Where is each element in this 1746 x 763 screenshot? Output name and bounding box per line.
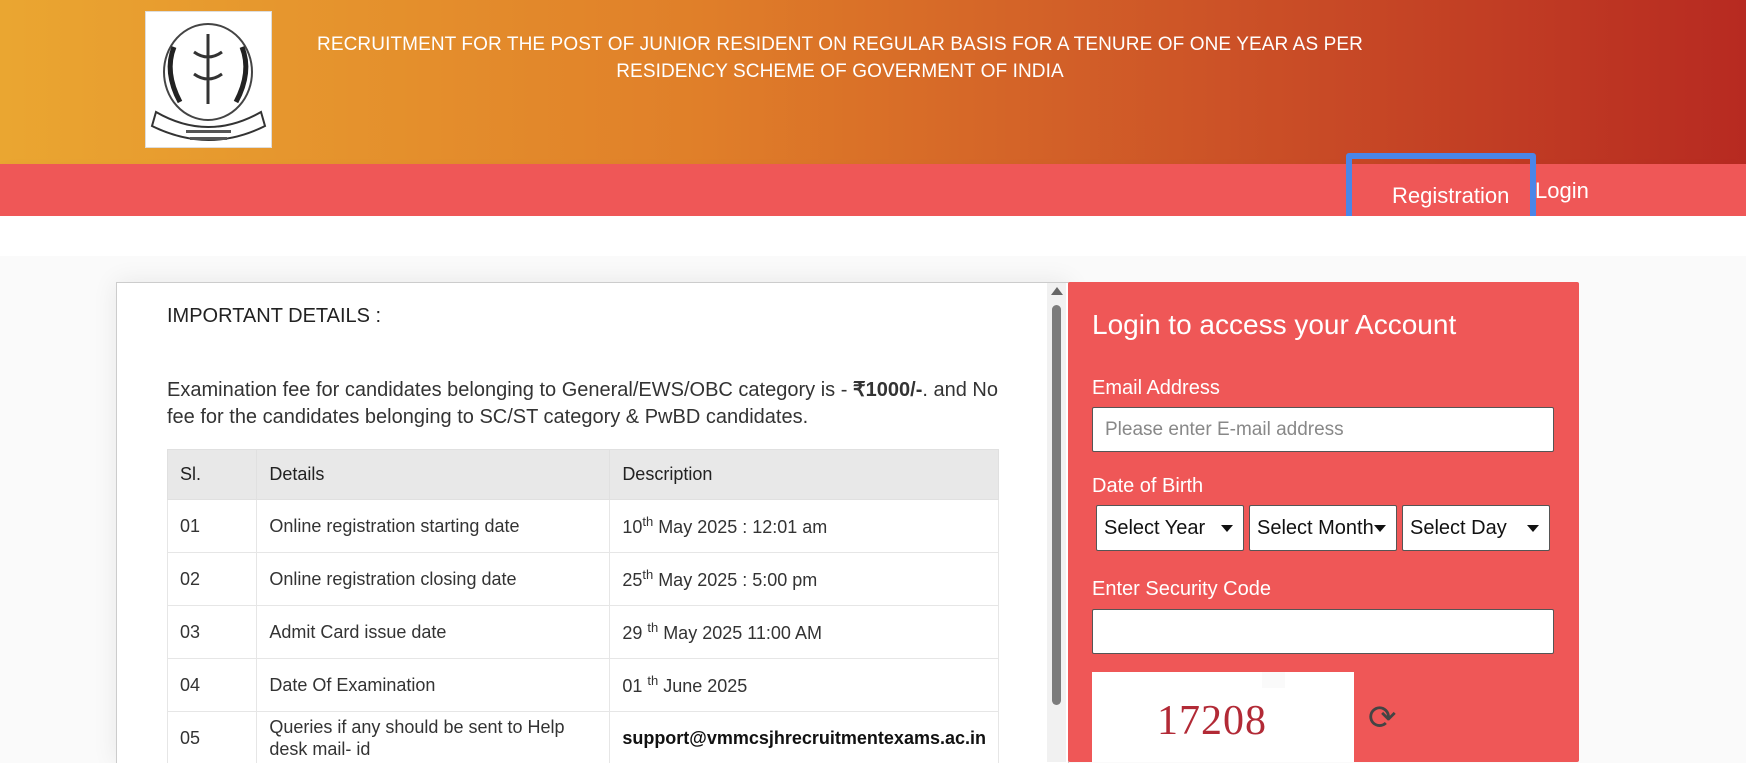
date-day: 29	[622, 623, 647, 643]
row-sl: 02	[168, 553, 257, 606]
content-band	[0, 216, 1746, 256]
row-details: Queries if any should be sent to Help de…	[257, 712, 610, 763]
table-row: 04 Date Of Examination 01 th June 2025	[168, 659, 999, 712]
row-details: Online registration starting date	[257, 500, 610, 553]
helpdesk-email[interactable]: support@vmmcsjhrecruitmentexams.ac.in	[622, 728, 986, 748]
date-rest: May 2025 : 12:01 am	[653, 517, 827, 537]
login-title: Login to access your Account	[1092, 309, 1456, 341]
site-header: RECRUITMENT FOR THE POST OF JUNIOR RESID…	[0, 0, 1746, 164]
dob-label: Date of Birth	[1092, 475, 1203, 498]
college-logo	[145, 11, 272, 148]
captcha-noise	[1262, 672, 1285, 688]
security-code-input[interactable]	[1092, 609, 1554, 654]
details-scrollbar[interactable]	[1047, 283, 1066, 762]
row-description: support@vmmcsjhrecruitmentexams.ac.in	[610, 712, 999, 763]
row-description: 01 th June 2025	[610, 659, 999, 712]
email-input[interactable]: Please enter E-mail address	[1092, 407, 1554, 452]
fee-notice: Examination fee for candidates belonging…	[167, 377, 1007, 431]
scroll-up-arrow-icon[interactable]	[1051, 287, 1063, 295]
col-header-details: Details	[257, 450, 610, 500]
security-code-label: Enter Security Code	[1092, 578, 1271, 601]
row-details: Date Of Examination	[257, 659, 610, 712]
date-day: 25	[622, 570, 642, 590]
date-rest: June 2025	[658, 676, 747, 696]
nav-registration-label: Registration	[1392, 183, 1509, 209]
dob-month-select[interactable]: Select Month	[1249, 505, 1397, 551]
date-day: 01	[622, 676, 647, 696]
scroll-thumb[interactable]	[1052, 305, 1061, 705]
chevron-down-icon	[1374, 525, 1386, 532]
row-description: 29 th May 2025 11:00 AM	[610, 606, 999, 659]
row-details: Admit Card issue date	[257, 606, 610, 659]
row-sl: 04	[168, 659, 257, 712]
captcha-image: 17208	[1092, 672, 1354, 762]
col-header-description: Description	[610, 450, 999, 500]
table-row: 01 Online registration starting date 10t…	[168, 500, 999, 553]
login-form: Login to access your Account Email Addre…	[1068, 282, 1579, 762]
day-select-value: Select Day	[1410, 517, 1507, 539]
dob-day-select[interactable]: Select Day	[1402, 505, 1550, 551]
chevron-down-icon	[1527, 525, 1539, 532]
table-row: 03 Admit Card issue date 29 th May 2025 …	[168, 606, 999, 659]
table-row: 05 Queries if any should be sent to Help…	[168, 712, 999, 763]
dob-year-select[interactable]: Select Year	[1096, 505, 1244, 551]
row-description: 10th May 2025 : 12:01 am	[610, 500, 999, 553]
row-description: 25th May 2025 : 5:00 pm	[610, 553, 999, 606]
page-title: RECRUITMENT FOR THE POST OF JUNIOR RESID…	[270, 31, 1410, 85]
row-sl: 03	[168, 606, 257, 659]
refresh-icon[interactable]: ⟳	[1368, 698, 1397, 738]
email-label: Email Address	[1092, 377, 1220, 400]
nav-login-link[interactable]: Login	[1535, 178, 1589, 204]
date-suffix: th	[647, 620, 658, 635]
chevron-down-icon	[1221, 525, 1233, 532]
table-row: 02 Online registration closing date 25th…	[168, 553, 999, 606]
year-select-value: Select Year	[1104, 517, 1205, 539]
captcha-code: 17208	[1157, 697, 1267, 745]
row-sl: 05	[168, 712, 257, 763]
fee-amount: ₹1000/-	[853, 379, 922, 401]
date-suffix: th	[647, 673, 658, 688]
important-details-panel: IMPORTANT DETAILS : Examination fee for …	[116, 282, 1069, 763]
row-sl: 01	[168, 500, 257, 553]
col-header-sl: Sl.	[168, 450, 257, 500]
table-header-row: Sl. Details Description	[168, 450, 999, 500]
details-heading: IMPORTANT DETAILS :	[167, 305, 381, 328]
date-suffix: th	[642, 514, 653, 529]
month-select-value: Select Month	[1257, 517, 1374, 539]
date-rest: May 2025 : 5:00 pm	[653, 570, 817, 590]
row-details: Online registration closing date	[257, 553, 610, 606]
date-suffix: th	[642, 567, 653, 582]
date-rest: May 2025 11:00 AM	[658, 623, 822, 643]
details-table: Sl. Details Description 01 Online regist…	[167, 449, 999, 763]
date-day: 10	[622, 517, 642, 537]
fee-text-before: Examination fee for candidates belonging…	[167, 379, 853, 401]
